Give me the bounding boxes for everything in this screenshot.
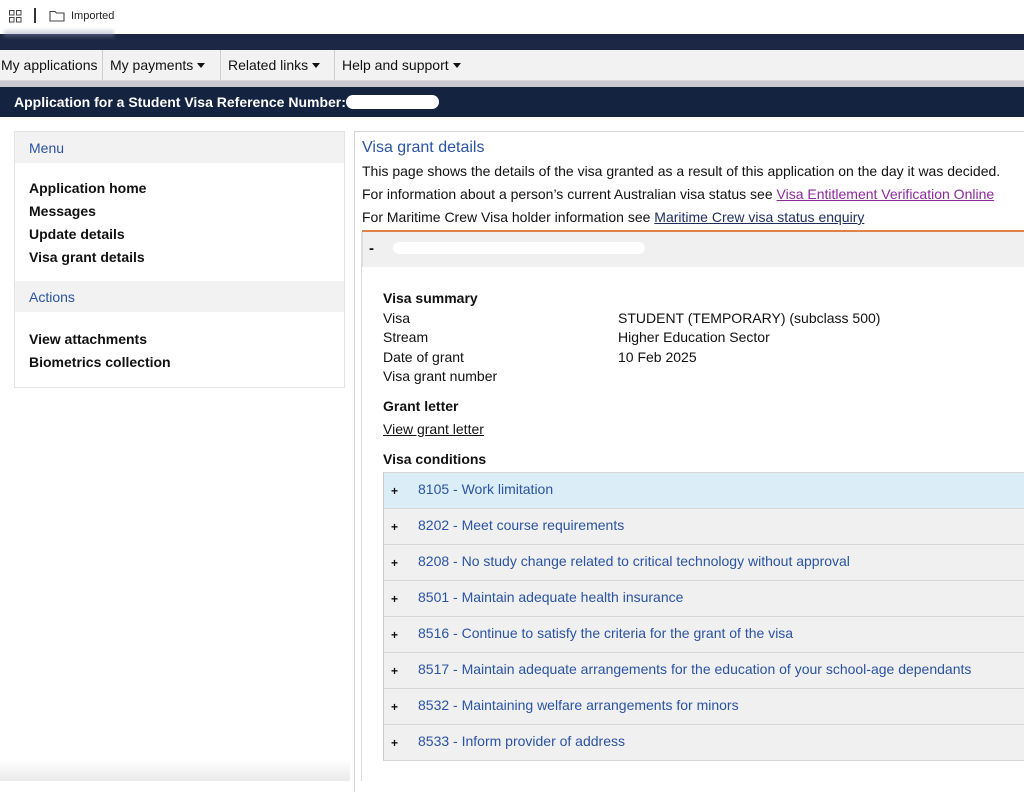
sidebar-actions-heading: Actions [29,289,75,305]
reference-number-redacted [346,95,439,109]
expand-icon[interactable]: + [391,736,398,750]
nav-related-links[interactable]: Related links [228,50,321,80]
condition-row[interactable]: + 8533 - Inform provider of address [383,724,1024,760]
nav-my-applications[interactable]: My applications [1,50,98,80]
grant-letter-heading: Grant letter [383,398,459,414]
expand-icon[interactable]: + [391,484,398,498]
summary-value-date-of-grant: 10 Feb 2025 [618,349,697,365]
summary-label-visa: Visa [383,310,410,326]
nav-label: Related links [228,57,309,73]
caret-down-icon [197,63,206,68]
condition-title[interactable]: 8105 - Work limitation [418,481,553,497]
vevo-info-line: For information about a person’s current… [362,186,994,202]
vevo-info-text: For information about a person’s current… [362,186,777,202]
summary-label-stream: Stream [383,329,429,345]
header-faint-text [4,30,114,37]
bookmarks-bar: Imported [0,0,1024,34]
intro-text: This page shows the details of the visa … [362,163,1001,179]
condition-title[interactable]: 8208 - No study change related to critic… [418,553,850,569]
condition-title[interactable]: 8501 - Maintain adequate health insuranc… [418,589,683,605]
condition-row[interactable]: + 8202 - Meet course requirements [383,508,1024,544]
visa-summary-heading: Visa summary [383,290,478,306]
application-title: Application for a Student Visa Reference… [14,94,346,110]
vevo-link[interactable]: Visa Entitlement Verification Online [777,186,995,202]
site-header-band [0,30,1024,50]
crew-info-text: For Maritime Crew Visa holder informatio… [362,209,655,225]
application-title-bar: Application for a Student Visa Reference… [0,87,1024,117]
expand-icon[interactable]: + [391,520,398,534]
bookmark-folder-imported[interactable]: Imported [71,10,114,22]
sidebar-item-visa-grant-details[interactable]: Visa grant details [29,249,145,265]
nav-divider [102,50,103,80]
maritime-crew-link[interactable]: Maritime Crew visa status enquiry [654,209,864,225]
bookmark-separator [34,8,36,23]
summary-label-visa-grant-number: Visa grant number [383,368,498,384]
caret-down-icon [452,63,461,68]
folder-icon[interactable] [49,10,65,22]
condition-row[interactable]: + 8208 - No study change related to crit… [383,544,1024,580]
sidebar-item-update-details[interactable]: Update details [29,226,125,242]
condition-title[interactable]: 8202 - Meet course requirements [418,517,624,533]
main-navigation: My applications My payments Related link… [0,50,1024,81]
expand-icon[interactable]: + [391,556,398,570]
summary-label-date-of-grant: Date of grant [383,349,464,365]
sidebar-item-messages[interactable]: Messages [29,203,96,219]
visa-conditions-heading: Visa conditions [383,451,487,467]
caret-down-icon [312,63,321,68]
expand-icon[interactable]: + [391,628,398,642]
summary-value-stream: Higher Education Sector [618,329,770,345]
nav-help-and-support[interactable]: Help and support [342,50,461,80]
nav-divider [334,50,335,80]
bottom-shadow [0,760,350,781]
condition-row[interactable]: + 8501 - Maintain adequate health insura… [383,580,1024,616]
condition-title[interactable]: 8532 - Maintaining welfare arrangements … [418,697,739,713]
summary-value-visa: STUDENT (TEMPORARY) (subclass 500) [618,310,881,326]
nav-label: Help and support [342,57,449,73]
sidebar-item-biometrics-collection[interactable]: Biometrics collection [29,354,171,370]
nav-label: My payments [110,57,194,73]
nav-label: My applications [1,57,98,73]
condition-row[interactable]: + 8517 - Maintain adequate arrangements … [383,652,1024,688]
crew-info-line: For Maritime Crew Visa holder informatio… [362,209,864,225]
condition-title[interactable]: 8533 - Inform provider of address [418,733,625,749]
sidebar-item-application-home[interactable]: Application home [29,180,146,196]
page-title: Visa grant details [362,139,485,156]
expand-icon[interactable]: + [391,664,398,678]
condition-title[interactable]: 8516 - Continue to satisfy the criteria … [418,625,793,641]
condition-title[interactable]: 8517 - Maintain adequate arrangements fo… [418,661,971,677]
nav-my-payments[interactable]: My payments [110,50,206,80]
condition-row[interactable]: + 8105 - Work limitation [383,472,1024,508]
sidebar-menu-header: Menu [15,132,344,163]
condition-row[interactable]: + 8516 - Continue to satisfy the criteri… [383,616,1024,652]
sidebar: Menu Application home Messages Update de… [14,131,345,388]
expand-icon[interactable]: + [391,700,398,714]
view-grant-letter-link[interactable]: View grant letter [383,421,484,437]
nav-divider [220,50,221,80]
accordion-body-border [361,232,362,781]
apps-grid-icon[interactable] [9,10,22,23]
sidebar-item-view-attachments[interactable]: View attachments [29,331,147,347]
sidebar-menu-heading: Menu [29,140,65,156]
conditions-left-border [383,472,384,760]
conditions-bottom-border [383,760,1024,761]
condition-row[interactable]: + 8532 - Maintaining welfare arrangement… [383,688,1024,724]
applicant-name-redacted [393,242,645,254]
expand-icon[interactable]: + [391,592,398,606]
sidebar-actions-header: Actions [15,281,344,312]
collapse-toggle[interactable]: - [369,240,374,257]
